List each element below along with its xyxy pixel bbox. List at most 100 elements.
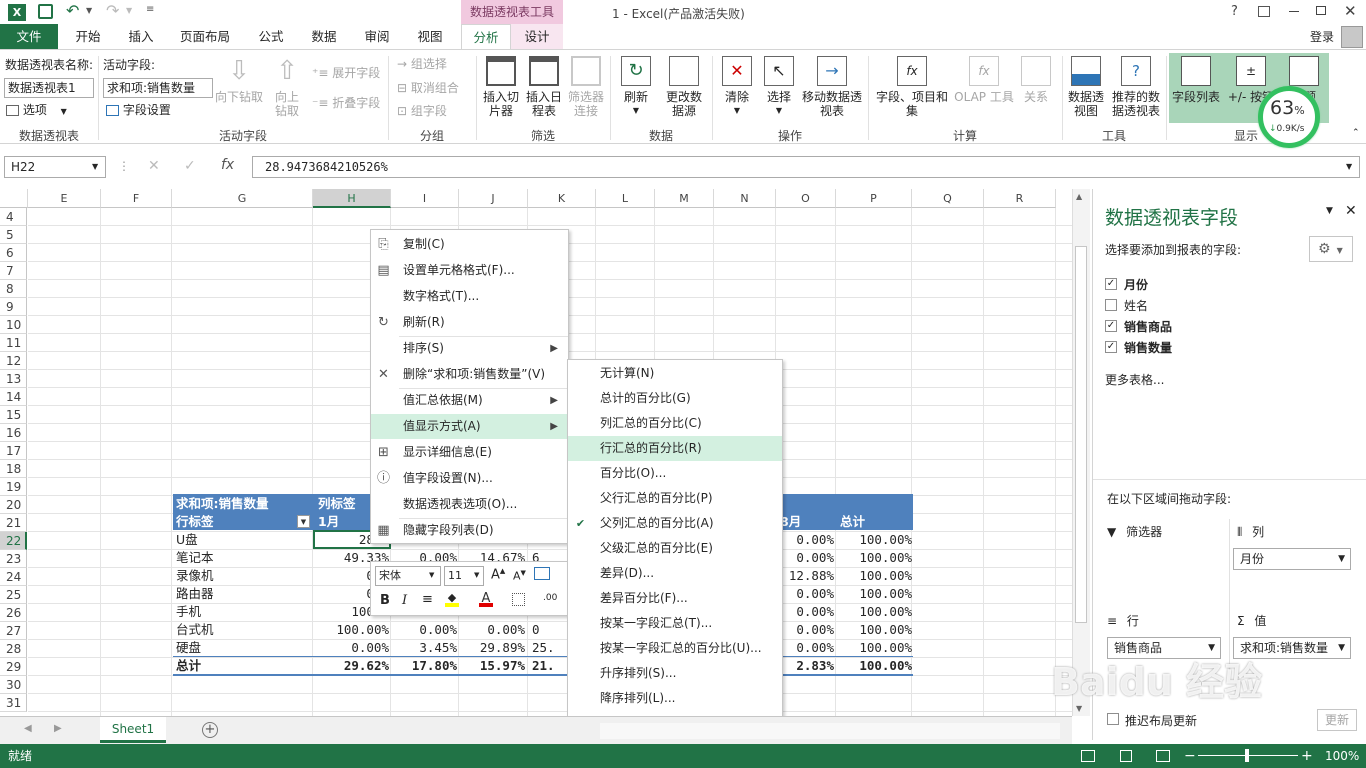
ungroup-button[interactable]: ⊟ 取消组合 bbox=[397, 79, 459, 97]
pivot-month1-header[interactable]: 1月 bbox=[318, 513, 339, 531]
submenu-item[interactable]: 父级汇总的百分比(E) bbox=[568, 536, 782, 561]
column-header[interactable]: L bbox=[596, 189, 655, 208]
row-header[interactable]: 27 bbox=[0, 622, 27, 640]
context-menu-item[interactable]: 数字格式(T)... bbox=[371, 284, 568, 309]
change-source-button[interactable]: 更改数据源 bbox=[662, 56, 706, 118]
add-sheet-icon[interactable]: + bbox=[202, 722, 218, 738]
column-header[interactable]: R bbox=[984, 189, 1056, 208]
pivot-chart-button[interactable]: 数据透视图 bbox=[1066, 56, 1106, 118]
pivot-value-cell[interactable]: 0.00% bbox=[776, 603, 834, 621]
restore-button[interactable] bbox=[1316, 6, 1326, 15]
redo-dropdown-icon[interactable]: ▼ bbox=[126, 6, 132, 15]
pivot-value-cell[interactable]: 100.00% bbox=[836, 549, 912, 567]
pivot-sum-header[interactable]: 求和项:销售数量 bbox=[176, 495, 269, 513]
collapse-ribbon-icon[interactable]: ⌃ bbox=[1352, 128, 1360, 138]
zoom-slider-thumb[interactable] bbox=[1245, 749, 1249, 762]
row-header[interactable]: 19 bbox=[0, 478, 27, 496]
context-menu-item[interactable]: ▤ 设置单元格格式(F)... bbox=[371, 258, 568, 283]
pivot-row-label[interactable]: 行标签 bbox=[176, 513, 214, 531]
column-header[interactable]: P bbox=[836, 189, 912, 208]
field-name[interactable]: 月份 bbox=[1124, 276, 1148, 293]
tab-formulas[interactable]: 公式 bbox=[248, 24, 294, 49]
pivot-col-header[interactable]: 列标签 bbox=[318, 495, 356, 513]
update-button[interactable]: 更新 bbox=[1317, 709, 1357, 731]
insert-timeline-button[interactable]: 插入日程表 bbox=[524, 56, 564, 118]
defer-update-checkbox[interactable] bbox=[1107, 713, 1119, 725]
pivot-value-cell[interactable]: 100.00% bbox=[836, 567, 912, 585]
move-pivot-button[interactable]: → 移动数据透视表 bbox=[800, 56, 864, 118]
submenu-item[interactable]: 降序排列(L)... bbox=[568, 686, 782, 711]
pivot-value-cell[interactable]: 100.00% bbox=[836, 603, 912, 621]
column-header[interactable]: H bbox=[313, 189, 391, 208]
row-header[interactable]: 18 bbox=[0, 460, 27, 478]
select-all-corner[interactable] bbox=[0, 189, 28, 208]
field-checkbox[interactable]: ✓ bbox=[1105, 278, 1117, 290]
values-field-chip[interactable]: 求和项:销售数量 ▼ bbox=[1233, 637, 1351, 659]
row-header[interactable]: 16 bbox=[0, 424, 27, 442]
pivot-value-cell[interactable]: 0.00% bbox=[776, 549, 834, 567]
submenu-item[interactable]: 父行汇总的百分比(P) bbox=[568, 486, 782, 511]
more-tables-link[interactable]: 更多表格... bbox=[1105, 371, 1164, 388]
signin-link[interactable]: 登录 bbox=[1310, 28, 1334, 45]
minimize-button[interactable] bbox=[1289, 11, 1299, 12]
page-layout-view-icon[interactable] bbox=[1120, 750, 1132, 762]
formula-input[interactable]: 28.9473684210526% bbox=[252, 156, 1360, 178]
submenu-item[interactable]: 按某一字段汇总(T)... bbox=[568, 611, 782, 636]
pivot-row-label-cell[interactable]: 录像机 bbox=[176, 567, 214, 585]
tab-data[interactable]: 数据 bbox=[301, 24, 347, 49]
next-sheet-icon[interactable]: ▶ bbox=[54, 723, 62, 734]
align-icon[interactable]: ≡ bbox=[422, 592, 433, 607]
fill-color-icon[interactable]: ◆ bbox=[445, 591, 459, 607]
pivot-total-j[interactable]: 15.97% bbox=[459, 657, 525, 675]
chevron-down-icon[interactable]: ▼ bbox=[474, 571, 479, 579]
column-header[interactable]: I bbox=[391, 189, 459, 208]
row-header[interactable]: 12 bbox=[0, 352, 27, 370]
submenu-item[interactable]: 升序排列(S)... bbox=[568, 661, 782, 686]
zoom-in-icon[interactable]: + bbox=[1301, 744, 1313, 768]
context-menu-item[interactable]: ⓘ 值字段设置(N)... bbox=[371, 466, 568, 491]
context-menu-item[interactable]: ⎘ 复制(C) bbox=[371, 232, 568, 257]
name-box[interactable]: H22 bbox=[4, 156, 106, 178]
pivot-row-label-cell[interactable]: 路由器 bbox=[176, 585, 214, 603]
undo-dropdown-icon[interactable]: ▼ bbox=[86, 6, 92, 15]
scroll-down-icon[interactable]: ▼ bbox=[1076, 704, 1082, 713]
row-header[interactable]: 9 bbox=[0, 298, 27, 316]
gear-icon[interactable]: ⚙ ▼ bbox=[1309, 236, 1353, 262]
row-header[interactable]: 28 bbox=[0, 640, 27, 658]
sheet-tab-sheet1[interactable]: Sheet1 bbox=[100, 717, 166, 743]
column-header[interactable]: N bbox=[714, 189, 776, 208]
field-settings-button[interactable]: 字段设置 bbox=[106, 101, 171, 119]
insert-function-icon[interactable]: fx bbox=[221, 157, 234, 173]
context-menu-item[interactable]: ▦ 隐藏字段列表(D) bbox=[371, 518, 568, 543]
pivot-value-cell[interactable]: 3.45% bbox=[391, 639, 457, 657]
context-menu-item[interactable]: 数据透视表选项(O)... bbox=[371, 492, 568, 517]
pivot-row-label-cell[interactable]: 台式机 bbox=[176, 621, 214, 639]
chevron-down-icon[interactable]: ▼ bbox=[92, 162, 98, 171]
field-checkbox[interactable]: ✓ bbox=[1105, 320, 1117, 332]
tab-analyze[interactable]: 分析 bbox=[461, 24, 511, 49]
redo-icon[interactable]: ↷ bbox=[106, 1, 119, 20]
pivot-row-label-cell[interactable]: 硬盘 bbox=[176, 639, 201, 657]
column-header[interactable]: J bbox=[459, 189, 528, 208]
pivot-value-cell[interactable]: 29.89% bbox=[459, 639, 525, 657]
column-header[interactable]: K bbox=[528, 189, 596, 208]
horizontal-scroll-area[interactable] bbox=[600, 723, 1060, 739]
pivot-value-cell[interactable]: 0.00% bbox=[776, 639, 834, 657]
column-header[interactable]: M bbox=[655, 189, 714, 208]
customize-qat-icon[interactable]: ≡ bbox=[146, 4, 154, 15]
pivot-value-cell[interactable]: 0 bbox=[532, 621, 568, 639]
speed-widget[interactable]: 63% ↓0.9K/s bbox=[1258, 86, 1320, 148]
save-icon[interactable] bbox=[38, 4, 53, 19]
pivot-value-cell[interactable]: 0.00% bbox=[776, 531, 834, 549]
row-header[interactable]: 4 bbox=[0, 208, 27, 226]
drill-down-button[interactable]: ⇩ 向下钻取 bbox=[214, 56, 264, 104]
scroll-thumb[interactable] bbox=[1075, 246, 1087, 623]
row-header[interactable]: 21 bbox=[0, 514, 27, 532]
prev-sheet-icon[interactable]: ◀ bbox=[24, 723, 32, 734]
filter-connections-button[interactable]: 筛选器连接 bbox=[566, 56, 606, 118]
row-label-filter-icon[interactable]: ▼ bbox=[297, 515, 310, 528]
drill-up-button[interactable]: ⇧ 向上钻取 bbox=[265, 56, 309, 118]
submenu-item[interactable]: 列汇总的百分比(C) bbox=[568, 411, 782, 436]
olap-tools-button[interactable]: fx OLAP 工具 bbox=[952, 56, 1016, 104]
collapse-field-button[interactable]: ⁻≡ 折叠字段 bbox=[312, 94, 380, 112]
